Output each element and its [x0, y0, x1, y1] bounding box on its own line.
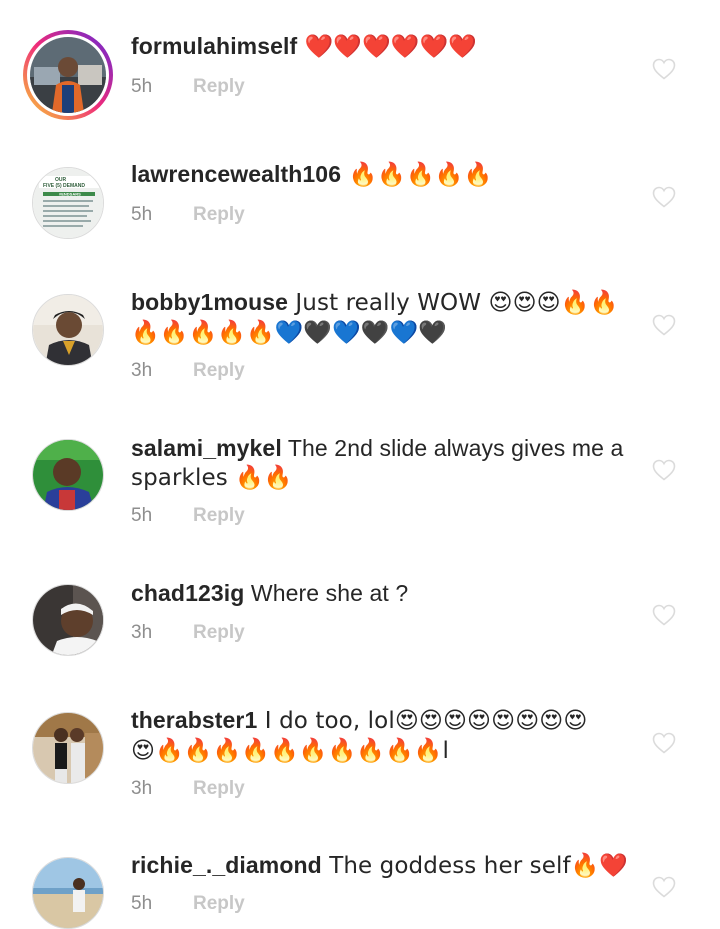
like-heart-icon[interactable] [652, 186, 676, 208]
like-heart-icon[interactable] [652, 604, 676, 626]
comment-meta: 3h Reply [131, 778, 245, 800]
avatar[interactable]: OUR FIVE (5) DEMAND #ENDSARS [32, 167, 104, 239]
comment-username[interactable]: chad123ig [131, 580, 244, 606]
avatar-image: OUR FIVE (5) DEMAND #ENDSARS [33, 168, 103, 238]
comment-username[interactable]: formulahimself [131, 33, 297, 59]
comment-username[interactable]: salami_mykel [131, 435, 282, 461]
reply-button[interactable]: Reply [193, 505, 245, 526]
comment-timestamp: 5h [131, 204, 153, 225]
comment-text: therabster1 I do too, lol😍😍😍😍😍😍😍😍 😍🔥🔥🔥🔥🔥… [131, 706, 631, 766]
comment-body: Where she at ? [244, 580, 409, 606]
reply-button[interactable]: Reply [193, 360, 245, 381]
avatar[interactable] [32, 712, 104, 784]
comment-timestamp: 3h [131, 778, 153, 799]
comment-meta: 3h Reply [131, 622, 245, 644]
comment-body-line2: 😍🔥🔥🔥🔥🔥🔥🔥🔥🔥🔥l [131, 738, 449, 764]
comment-timestamp: 5h [131, 505, 153, 526]
comment-body-line2: sparkles 🔥🔥 [131, 465, 293, 491]
reply-button[interactable]: Reply [193, 204, 245, 225]
comment-username[interactable]: richie_._diamond [131, 852, 322, 878]
comment-meta: 5h Reply [131, 505, 245, 527]
reply-button[interactable]: Reply [193, 778, 245, 799]
avatar-image [33, 440, 103, 510]
comment-body: I do too, lol😍😍😍😍😍😍😍😍 [257, 708, 588, 734]
comment-body: ❤️❤️❤️❤️❤️❤️ [297, 34, 478, 60]
avatar[interactable] [32, 857, 104, 929]
comment-username[interactable]: therabster1 [131, 707, 257, 733]
comment-text: lawrencewealth106 🔥🔥🔥🔥🔥 [131, 160, 631, 190]
reply-button[interactable]: Reply [193, 893, 245, 914]
like-heart-icon[interactable] [652, 876, 676, 898]
like-heart-icon[interactable] [652, 732, 676, 754]
comment-text: chad123ig Where she at ? [131, 579, 631, 608]
comment-meta: 5h Reply [131, 204, 245, 226]
comment-username[interactable]: bobby1mouse [131, 289, 288, 315]
comment-body-line2: 🔥🔥🔥🔥🔥💙🖤💙🖤💙🖤 [131, 320, 448, 346]
comment-body: 🔥🔥🔥🔥🔥 [341, 162, 493, 188]
avatar-image [33, 858, 103, 928]
comment-body: Just really WOW 😍😍😍🔥🔥 [288, 290, 619, 316]
comment-text: bobby1mouse Just really WOW 😍😍😍🔥🔥 🔥🔥🔥🔥🔥💙… [131, 288, 631, 348]
avatar [30, 37, 106, 113]
comment-timestamp: 3h [131, 360, 153, 381]
avatar-image [33, 585, 103, 655]
like-heart-icon[interactable] [652, 58, 676, 80]
reply-button[interactable]: Reply [193, 622, 245, 643]
comment-timestamp: 3h [131, 622, 153, 643]
like-heart-icon[interactable] [652, 459, 676, 481]
thumbnail-text: FIVE (5) DEMAND [43, 183, 85, 189]
avatar-story-ring[interactable] [23, 30, 113, 120]
comment-username[interactable]: lawrencewealth106 [131, 161, 341, 187]
like-heart-icon[interactable] [652, 314, 676, 336]
comment-meta: 3h Reply [131, 360, 245, 382]
comment-text: richie_._diamond The goddess her self🔥❤️ [131, 851, 631, 881]
avatar[interactable] [32, 584, 104, 656]
avatar-image [33, 713, 103, 783]
avatar[interactable] [32, 439, 104, 511]
comment-meta: 5h Reply [131, 76, 245, 98]
thumbnail-text: #ENDSARS [59, 192, 81, 197]
reply-button[interactable]: Reply [193, 76, 245, 97]
comment-text: salami_mykel The 2nd slide always gives … [131, 434, 631, 493]
comment-timestamp: 5h [131, 76, 153, 97]
comment-body: The goddess her self🔥❤️ [321, 853, 629, 879]
comment-body: The 2nd slide always gives me a [281, 435, 624, 461]
avatar[interactable] [32, 294, 104, 366]
avatar-image [33, 295, 103, 365]
comment-text: formulahimself ❤️❤️❤️❤️❤️❤️ [131, 32, 631, 62]
